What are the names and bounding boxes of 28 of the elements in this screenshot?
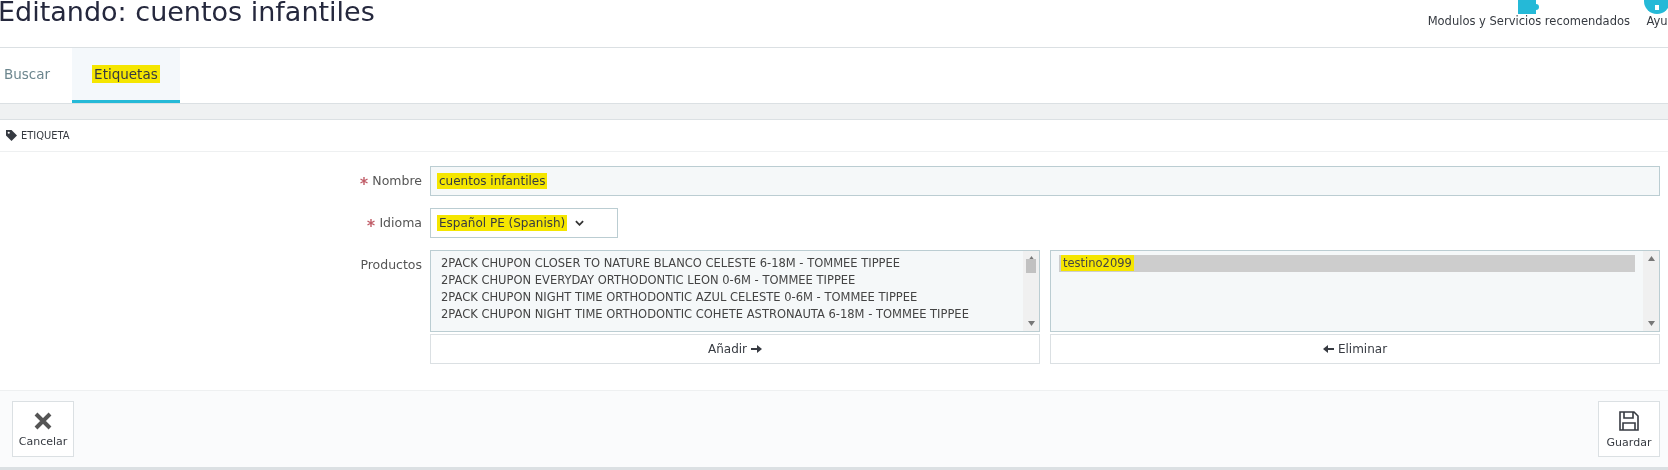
language-select[interactable]: Español PE (Spanish)	[430, 208, 618, 238]
toolbar-link[interactable]: Ayu	[1644, 0, 1668, 47]
close-icon	[33, 410, 53, 431]
field-label: Idioma	[0, 208, 422, 238]
scroll-down-icon[interactable]	[1647, 321, 1655, 326]
tab[interactable]: Buscar	[0, 48, 73, 103]
selected-product-list[interactable]: testino2099	[1050, 250, 1660, 332]
name-field[interactable]: cuentos infantiles	[430, 166, 1660, 196]
tab[interactable]: Etiquetas	[72, 48, 180, 103]
scrollbar-thumb[interactable]	[1026, 259, 1036, 273]
scroll-down-icon[interactable]	[1027, 321, 1035, 326]
highlighted-value: Español PE (Spanish)	[437, 215, 568, 231]
remove-button[interactable]: Eliminar	[1050, 334, 1660, 364]
add-button[interactable]: Añadir	[430, 334, 1040, 364]
toolbar-link[interactable]: Modulos y Servicios recomendados	[1427, 0, 1630, 47]
field-label: Productos	[359, 256, 422, 274]
caret-icon	[575, 220, 585, 226]
highlighted-value: cuentos infantiles	[437, 173, 548, 189]
arrow-right-icon	[751, 344, 763, 354]
panel-heading: ETIQUETA	[21, 129, 70, 142]
save-button[interactable]: Guardar	[1598, 401, 1660, 457]
product-list[interactable]: 2PACK CHUPON CLOSER TO NATURE BLANCO CELESTE 6-18M - TOMMEE TIPPEE 2PACK CHUPON EVERYDAY ORTHODONTIC LEON 0-6M - TOMMEE TIPPEE 2PACK CHUPON NIGHT TIME ORTHODONTIC AZUL CELESTE 0-6M - TOMMEE TIPPEE 2PACK CHUPON NIGHT TIME ORTHODONTIC COHETE ASTRONAUTA 6-18M - TOMMEE TIPPEE	[430, 250, 1040, 332]
page-title: Editando: cuentos infantiles	[0, 0, 375, 29]
field-label: Nombre	[0, 166, 422, 196]
arrow-left-icon	[1322, 344, 1334, 354]
scroll-up-icon[interactable]	[1647, 256, 1655, 261]
tag-icon	[6, 130, 17, 141]
cancel-button[interactable]: Cancelar	[12, 401, 74, 457]
